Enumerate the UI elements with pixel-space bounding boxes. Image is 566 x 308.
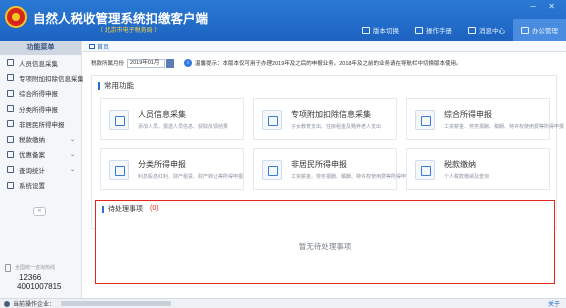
hotline-label: 全国统一咨询热线 [15, 265, 56, 271]
pending-items-empty: 暂无待处理事项 [298, 242, 352, 251]
chevron-down-icon: ⌄ [69, 136, 75, 143]
window-controls[interactable]: ─ ✕ [530, 2, 560, 11]
tax-emblem-logo [5, 6, 27, 28]
phone-icon [5, 264, 11, 272]
deduction-info-icon [262, 110, 282, 130]
hotline-number-1: 12366 [19, 273, 42, 282]
chevron-down-icon: ⌄ [69, 151, 75, 158]
menu-header: 功能菜单 [0, 41, 81, 55]
query-icon [7, 166, 14, 174]
message-icon [468, 26, 476, 34]
app-subtitle: （ 北京市电子税务局 ） [97, 28, 161, 34]
hotline-number-2: 4001007815 [17, 282, 62, 291]
card-nonresident-report[interactable]: 非居民所得申报 工资薪金、劳务报酬、稿酬、特许权使用费等所得申报 [253, 148, 411, 190]
card-title: 专项附加扣除信息采集 [291, 110, 371, 119]
sidebar-item-tax-payment[interactable]: 税款缴纳 ⌄ [0, 131, 81, 146]
comprehensive-report-icon [415, 110, 435, 130]
period-input[interactable]: 2019年01月 [127, 58, 166, 68]
card-desc: 个人税款缴纳及查询 [444, 174, 490, 180]
nonresident-icon [7, 120, 14, 128]
report-icon [7, 89, 14, 97]
classify-icon [7, 105, 14, 113]
sidebar-item-comprehensive-report[interactable]: 综合所得申报 [0, 86, 81, 101]
manual-button[interactable]: 操作手册 [407, 19, 460, 41]
chevron-down-icon: ⌄ [69, 75, 75, 82]
pending-items-count: (0) [150, 205, 159, 212]
sidebar-item-system-settings[interactable]: 系统设置 [0, 177, 81, 192]
card-title: 综合所得申报 [444, 110, 492, 119]
info-icon: i [184, 59, 193, 67]
settings-icon [7, 181, 14, 189]
card-title: 分类所得申报 [138, 160, 186, 169]
period-label: 税款所属月份 [91, 61, 125, 67]
tax-payment-icon [7, 135, 14, 143]
card-desc: 子女教育支出、住房租金及赡养老人支出 [291, 124, 382, 130]
tab-bar: 首页 [83, 41, 566, 52]
pending-items-panel: 待处理事项 (0) 暂无待处理事项 [95, 200, 555, 284]
hotline-box: 全国统一咨询热线 12366 4001007815 [5, 263, 77, 293]
status-bar: 当前操作企业： 关于 [0, 298, 566, 308]
sidebar-item-nonresident-report[interactable]: 非居民所得申报 [0, 116, 81, 131]
classified-report-icon [109, 160, 129, 180]
version-switch-button[interactable]: 版本切换 [354, 19, 407, 41]
card-desc: 添加人员、报送人员信息、获取反馈结果 [138, 124, 229, 130]
card-comprehensive-report[interactable]: 综合所得申报 工资薪金、劳务报酬、稿酬、特许权使用费等所得申报 [406, 98, 564, 140]
sidebar-item-person-info[interactable]: 人员信息采集 [0, 55, 81, 70]
notice-text: 温馨提示：本版本仅可用于办理2019年及之后的申报业务。2018年及之前的业务请… [195, 61, 462, 67]
tax-payment-card-icon [415, 160, 435, 180]
office-icon [521, 26, 529, 34]
common-functions-title: 常用功能 [98, 82, 134, 90]
card-title: 非居民所得申报 [291, 160, 347, 169]
title-bar: 自然人税收管理系统扣缴客户端 （ 北京市电子税务局 ） ─ ✕ 版本切换 操作手… [0, 0, 566, 41]
home-icon [89, 43, 95, 49]
sidebar: 功能菜单 人员信息采集 专项附加扣除信息采集 ⌄ 综合所得申报 分类所得申报 非居… [0, 41, 84, 298]
card-desc: 工资薪金、劳务报酬、稿酬、特许权使用费等所得申报 [291, 174, 412, 180]
company-name-redacted [61, 301, 172, 306]
card-tax-payment[interactable]: 税款缴纳 个人税款缴纳及查询 [406, 148, 550, 190]
card-title: 税款缴纳 [444, 160, 476, 169]
collapse-sidebar-button[interactable]: « [33, 207, 46, 216]
card-desc: 工资薪金、劳务报酬、稿酬、特许权使用费等所得申报 [444, 124, 565, 130]
card-classified-report[interactable]: 分类所得申报 利息股息红利、财产租赁、财产转让等所得申报 [100, 148, 244, 190]
sidebar-item-query-statistics[interactable]: 查询统计 ⌄ [0, 162, 81, 177]
main-content: 首页 税款所属月份 2019年01月 i 温馨提示：本版本仅可用于办理2019年… [83, 41, 566, 298]
tab-home[interactable]: 首页 [89, 42, 109, 51]
user-icon [4, 300, 10, 307]
pending-items-title: 待处理事项 [102, 206, 143, 213]
nonresident-report-icon [262, 160, 282, 180]
calendar-icon[interactable] [166, 58, 175, 68]
sidebar-item-classified-report[interactable]: 分类所得申报 [0, 101, 81, 116]
card-person-info[interactable]: 人员信息采集 添加人员、报送人员信息、获取反馈结果 [100, 98, 244, 140]
about-link[interactable]: 关于 [548, 299, 560, 308]
person-icon [7, 59, 14, 67]
current-company-label: 当前操作企业： [13, 302, 56, 308]
person-info-icon [109, 110, 129, 130]
manual-icon [415, 26, 423, 34]
sidebar-item-special-deduction[interactable]: 专项附加扣除信息采集 ⌄ [0, 70, 84, 85]
message-center-button[interactable]: 消息中心 [460, 19, 513, 41]
sidebar-item-preferential-filing[interactable]: 优惠备案 ⌄ [0, 147, 81, 162]
deduction-icon [7, 74, 14, 82]
office-management-button[interactable]: 办公管理 [513, 19, 566, 41]
card-special-deduction[interactable]: 专项附加扣除信息采集 子女教育支出、住房租金及赡养老人支出 [253, 98, 397, 140]
chevron-down-icon: ⌄ [69, 167, 75, 174]
top-toolbar: 版本切换 操作手册 消息中心 办公管理 [354, 19, 566, 41]
card-title: 人员信息采集 [138, 110, 186, 119]
switch-icon [362, 26, 370, 34]
period-row: 税款所属月份 2019年01月 i 温馨提示：本版本仅可用于办理2019年及之后… [91, 58, 462, 68]
preferential-icon [7, 150, 14, 158]
card-desc: 利息股息红利、财产租赁、财产转让等所得申报 [138, 174, 244, 180]
